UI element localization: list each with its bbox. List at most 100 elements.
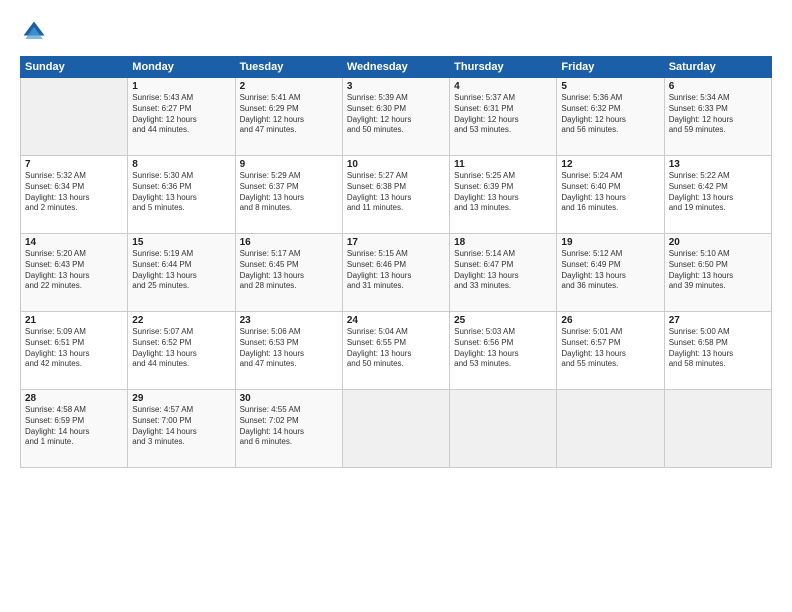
calendar-cell: 25Sunrise: 5:03 AMSunset: 6:56 PMDayligh… (450, 312, 557, 390)
day-number: 8 (132, 159, 230, 170)
day-info: Sunrise: 5:43 AMSunset: 6:27 PMDaylight:… (132, 93, 230, 136)
col-tuesday: Tuesday (235, 57, 342, 78)
week-row-4: 21Sunrise: 5:09 AMSunset: 6:51 PMDayligh… (21, 312, 772, 390)
calendar-cell: 15Sunrise: 5:19 AMSunset: 6:44 PMDayligh… (128, 234, 235, 312)
day-info: Sunrise: 5:39 AMSunset: 6:30 PMDaylight:… (347, 93, 445, 136)
col-thursday: Thursday (450, 57, 557, 78)
day-info: Sunrise: 5:03 AMSunset: 6:56 PMDaylight:… (454, 327, 552, 370)
calendar-cell: 6Sunrise: 5:34 AMSunset: 6:33 PMDaylight… (664, 78, 771, 156)
day-info: Sunrise: 5:19 AMSunset: 6:44 PMDaylight:… (132, 249, 230, 292)
day-number: 16 (240, 237, 338, 248)
calendar-cell: 28Sunrise: 4:58 AMSunset: 6:59 PMDayligh… (21, 390, 128, 468)
calendar-cell (342, 390, 449, 468)
calendar-cell: 4Sunrise: 5:37 AMSunset: 6:31 PMDaylight… (450, 78, 557, 156)
calendar-cell: 5Sunrise: 5:36 AMSunset: 6:32 PMDaylight… (557, 78, 664, 156)
calendar-cell: 17Sunrise: 5:15 AMSunset: 6:46 PMDayligh… (342, 234, 449, 312)
day-number: 22 (132, 315, 230, 326)
day-number: 12 (561, 159, 659, 170)
day-info: Sunrise: 5:15 AMSunset: 6:46 PMDaylight:… (347, 249, 445, 292)
calendar-cell: 14Sunrise: 5:20 AMSunset: 6:43 PMDayligh… (21, 234, 128, 312)
day-info: Sunrise: 5:04 AMSunset: 6:55 PMDaylight:… (347, 327, 445, 370)
col-sunday: Sunday (21, 57, 128, 78)
day-number: 21 (25, 315, 123, 326)
calendar-cell (664, 390, 771, 468)
day-number: 15 (132, 237, 230, 248)
day-info: Sunrise: 5:25 AMSunset: 6:39 PMDaylight:… (454, 171, 552, 214)
day-info: Sunrise: 5:22 AMSunset: 6:42 PMDaylight:… (669, 171, 767, 214)
day-number: 26 (561, 315, 659, 326)
day-info: Sunrise: 5:10 AMSunset: 6:50 PMDaylight:… (669, 249, 767, 292)
day-info: Sunrise: 5:30 AMSunset: 6:36 PMDaylight:… (132, 171, 230, 214)
day-number: 10 (347, 159, 445, 170)
day-info: Sunrise: 5:41 AMSunset: 6:29 PMDaylight:… (240, 93, 338, 136)
week-row-3: 14Sunrise: 5:20 AMSunset: 6:43 PMDayligh… (21, 234, 772, 312)
calendar-cell: 22Sunrise: 5:07 AMSunset: 6:52 PMDayligh… (128, 312, 235, 390)
calendar-cell (21, 78, 128, 156)
day-info: Sunrise: 5:01 AMSunset: 6:57 PMDaylight:… (561, 327, 659, 370)
calendar-cell: 9Sunrise: 5:29 AMSunset: 6:37 PMDaylight… (235, 156, 342, 234)
day-number: 11 (454, 159, 552, 170)
week-row-5: 28Sunrise: 4:58 AMSunset: 6:59 PMDayligh… (21, 390, 772, 468)
calendar-cell: 26Sunrise: 5:01 AMSunset: 6:57 PMDayligh… (557, 312, 664, 390)
day-info: Sunrise: 5:07 AMSunset: 6:52 PMDaylight:… (132, 327, 230, 370)
day-number: 24 (347, 315, 445, 326)
day-info: Sunrise: 4:57 AMSunset: 7:00 PMDaylight:… (132, 405, 230, 448)
day-info: Sunrise: 5:09 AMSunset: 6:51 PMDaylight:… (25, 327, 123, 370)
calendar-cell: 23Sunrise: 5:06 AMSunset: 6:53 PMDayligh… (235, 312, 342, 390)
day-info: Sunrise: 5:36 AMSunset: 6:32 PMDaylight:… (561, 93, 659, 136)
calendar-cell: 2Sunrise: 5:41 AMSunset: 6:29 PMDaylight… (235, 78, 342, 156)
calendar-cell: 10Sunrise: 5:27 AMSunset: 6:38 PMDayligh… (342, 156, 449, 234)
day-info: Sunrise: 5:14 AMSunset: 6:47 PMDaylight:… (454, 249, 552, 292)
day-number: 9 (240, 159, 338, 170)
day-info: Sunrise: 5:32 AMSunset: 6:34 PMDaylight:… (25, 171, 123, 214)
day-number: 7 (25, 159, 123, 170)
col-monday: Monday (128, 57, 235, 78)
calendar-table: Sunday Monday Tuesday Wednesday Thursday… (20, 56, 772, 468)
day-number: 23 (240, 315, 338, 326)
calendar-cell: 29Sunrise: 4:57 AMSunset: 7:00 PMDayligh… (128, 390, 235, 468)
day-number: 3 (347, 81, 445, 92)
day-number: 27 (669, 315, 767, 326)
day-info: Sunrise: 5:27 AMSunset: 6:38 PMDaylight:… (347, 171, 445, 214)
calendar-cell: 21Sunrise: 5:09 AMSunset: 6:51 PMDayligh… (21, 312, 128, 390)
calendar-cell: 27Sunrise: 5:00 AMSunset: 6:58 PMDayligh… (664, 312, 771, 390)
calendar-cell: 19Sunrise: 5:12 AMSunset: 6:49 PMDayligh… (557, 234, 664, 312)
day-number: 19 (561, 237, 659, 248)
day-number: 6 (669, 81, 767, 92)
day-info: Sunrise: 5:17 AMSunset: 6:45 PMDaylight:… (240, 249, 338, 292)
day-number: 2 (240, 81, 338, 92)
day-info: Sunrise: 5:29 AMSunset: 6:37 PMDaylight:… (240, 171, 338, 214)
calendar-cell: 11Sunrise: 5:25 AMSunset: 6:39 PMDayligh… (450, 156, 557, 234)
col-friday: Friday (557, 57, 664, 78)
day-number: 14 (25, 237, 123, 248)
day-number: 20 (669, 237, 767, 248)
day-info: Sunrise: 5:34 AMSunset: 6:33 PMDaylight:… (669, 93, 767, 136)
calendar-cell: 18Sunrise: 5:14 AMSunset: 6:47 PMDayligh… (450, 234, 557, 312)
col-saturday: Saturday (664, 57, 771, 78)
day-info: Sunrise: 5:20 AMSunset: 6:43 PMDaylight:… (25, 249, 123, 292)
col-wednesday: Wednesday (342, 57, 449, 78)
calendar-cell: 30Sunrise: 4:55 AMSunset: 7:02 PMDayligh… (235, 390, 342, 468)
logo-icon (20, 18, 48, 46)
day-info: Sunrise: 5:24 AMSunset: 6:40 PMDaylight:… (561, 171, 659, 214)
calendar-cell: 20Sunrise: 5:10 AMSunset: 6:50 PMDayligh… (664, 234, 771, 312)
logo (20, 18, 52, 46)
day-info: Sunrise: 4:58 AMSunset: 6:59 PMDaylight:… (25, 405, 123, 448)
day-info: Sunrise: 5:00 AMSunset: 6:58 PMDaylight:… (669, 327, 767, 370)
day-info: Sunrise: 5:06 AMSunset: 6:53 PMDaylight:… (240, 327, 338, 370)
calendar-cell (450, 390, 557, 468)
day-number: 1 (132, 81, 230, 92)
week-row-2: 7Sunrise: 5:32 AMSunset: 6:34 PMDaylight… (21, 156, 772, 234)
day-number: 4 (454, 81, 552, 92)
day-info: Sunrise: 5:37 AMSunset: 6:31 PMDaylight:… (454, 93, 552, 136)
day-number: 25 (454, 315, 552, 326)
calendar-cell: 1Sunrise: 5:43 AMSunset: 6:27 PMDaylight… (128, 78, 235, 156)
calendar-cell (557, 390, 664, 468)
calendar-cell: 7Sunrise: 5:32 AMSunset: 6:34 PMDaylight… (21, 156, 128, 234)
calendar-cell: 3Sunrise: 5:39 AMSunset: 6:30 PMDaylight… (342, 78, 449, 156)
week-row-1: 1Sunrise: 5:43 AMSunset: 6:27 PMDaylight… (21, 78, 772, 156)
calendar-cell: 16Sunrise: 5:17 AMSunset: 6:45 PMDayligh… (235, 234, 342, 312)
day-number: 18 (454, 237, 552, 248)
day-number: 29 (132, 393, 230, 404)
day-info: Sunrise: 5:12 AMSunset: 6:49 PMDaylight:… (561, 249, 659, 292)
